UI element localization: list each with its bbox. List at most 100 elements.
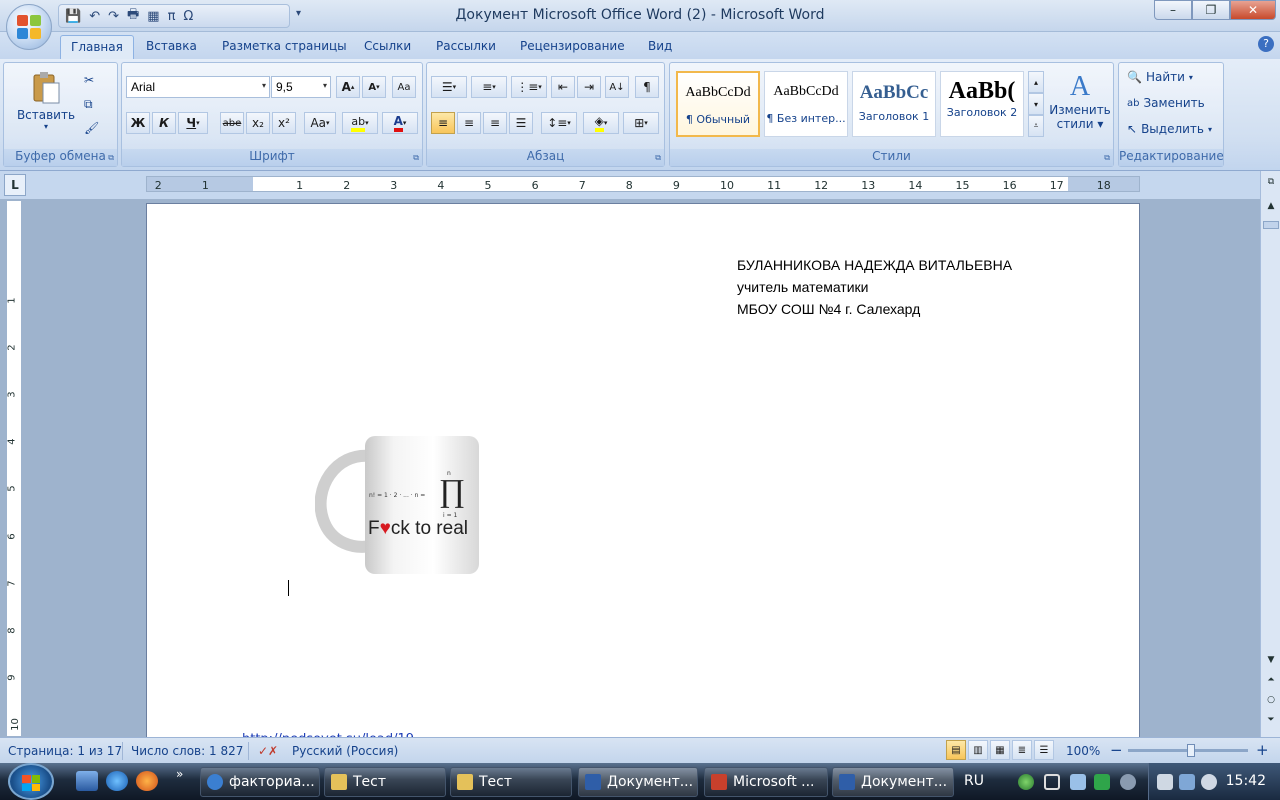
font-name-combo[interactable]: Arial ▾: [126, 76, 270, 98]
font-color-button[interactable]: A ▾: [382, 112, 418, 134]
tab-review[interactable]: Рецензирование: [510, 35, 635, 59]
help-icon[interactable]: ?: [1258, 36, 1274, 52]
decrease-indent-button[interactable]: ⇤: [551, 76, 575, 98]
tab-selector[interactable]: L: [4, 174, 26, 196]
highlight-button[interactable]: ab ▾: [342, 112, 378, 134]
network-globe-icon[interactable]: [1018, 774, 1034, 790]
zoom-slider-thumb[interactable]: [1187, 744, 1195, 757]
office-button[interactable]: [6, 4, 52, 50]
styles-scroll-down-icon[interactable]: ▾: [1028, 93, 1044, 115]
dialog-launcher-icon[interactable]: ⧉: [413, 153, 419, 163]
internet-explorer-icon[interactable]: [106, 771, 128, 791]
mug-image[interactable]: n! = 1 · 2 · ... · n = n ∏ i = 1 F♥ck to…: [314, 434, 479, 574]
tab-page-layout[interactable]: Разметка страницы: [212, 35, 357, 59]
language-indicator[interactable]: RU: [964, 773, 984, 789]
browse-object-icon[interactable]: ○: [1263, 695, 1279, 711]
zoom-in-icon[interactable]: +: [1256, 741, 1269, 759]
line-spacing-button[interactable]: ↕≡ ▾: [541, 112, 577, 134]
show-desktop-icon[interactable]: [76, 771, 98, 791]
firefox-icon[interactable]: [136, 771, 158, 791]
replace-button[interactable]: ab Заменить: [1127, 92, 1205, 114]
previous-page-icon[interactable]: ⏶: [1263, 675, 1279, 691]
battery-icon[interactable]: [1157, 774, 1173, 790]
taskbar-item-powerpoint[interactable]: Microsoft ...: [704, 767, 828, 797]
show-marks-button[interactable]: ¶: [635, 76, 659, 98]
cloud-icon[interactable]: [1070, 774, 1086, 790]
bullets-button[interactable]: ☰ ▾: [431, 76, 467, 98]
horizontal-ruler[interactable]: 2 1 1 2 3 4 5 6 7 8 9 10 11 12 13 14 15 16 17 18: [146, 176, 1140, 192]
vertical-ruler[interactable]: 1 2 3 4 5 6 7 8 9 10: [6, 200, 22, 737]
strikethrough-button[interactable]: abe: [220, 112, 244, 134]
tab-home[interactable]: Главная: [60, 35, 134, 59]
align-right-button[interactable]: ≡: [483, 112, 507, 134]
style-no-spacing[interactable]: AaBbCcDd ¶ Без интер...: [764, 71, 848, 137]
style-heading-1[interactable]: AaBbCc Заголовок 1: [852, 71, 936, 137]
vertical-scrollbar[interactable]: ⧉ ▲ ▼ ⏶ ○ ⏷: [1260, 171, 1280, 737]
spelling-icon[interactable]: ✓✗: [258, 744, 278, 758]
scroll-down-icon[interactable]: ▼: [1263, 655, 1279, 671]
quick-launch-more-icon[interactable]: »: [176, 767, 183, 781]
clear-format-button[interactable]: Aa: [392, 76, 416, 98]
language-status[interactable]: Русский (Россия): [292, 744, 398, 758]
numbering-button[interactable]: ≡ ▾: [471, 76, 507, 98]
full-screen-reading-icon[interactable]: ▥: [968, 740, 988, 760]
grow-font-button[interactable]: A ▴: [336, 76, 360, 98]
font-size-combo[interactable]: 9,5 ▾: [271, 76, 331, 98]
document-page[interactable]: БУЛАННИКОВА НАДЕЖДА ВИТАЛЬЕВНА учитель м…: [146, 203, 1140, 743]
minimize-button[interactable]: –: [1154, 0, 1192, 20]
next-page-icon[interactable]: ⏷: [1263, 715, 1279, 731]
draft-icon[interactable]: ☰: [1034, 740, 1054, 760]
scroll-up-icon[interactable]: ▲: [1263, 201, 1279, 217]
justify-button[interactable]: ☰: [509, 112, 533, 134]
taskbar-item-factorial[interactable]: факториа...: [200, 767, 320, 797]
dialog-launcher-icon[interactable]: ⧉: [108, 153, 114, 163]
tab-mailings[interactable]: Рассылки: [426, 35, 506, 59]
volume-icon[interactable]: [1201, 774, 1217, 790]
paste-button[interactable]: Вставить ▾: [14, 69, 78, 131]
superscript-button[interactable]: x²: [272, 112, 296, 134]
align-center-button[interactable]: ≡: [457, 112, 481, 134]
ruler-toggle-icon[interactable]: ⧉: [1263, 177, 1279, 193]
italic-button[interactable]: К: [152, 112, 176, 134]
shading-button[interactable]: ◈ ▾: [583, 112, 619, 134]
cut-icon[interactable]: ✂: [84, 69, 94, 91]
tab-insert[interactable]: Вставка: [136, 35, 207, 59]
taskbar-item-test-1[interactable]: Тест: [324, 767, 446, 797]
styles-scroll-up-icon[interactable]: ▴: [1028, 71, 1044, 93]
zoom-out-icon[interactable]: −: [1110, 741, 1123, 759]
tab-references[interactable]: Ссылки: [354, 35, 421, 59]
page-count[interactable]: Страница: 1 из 17: [8, 744, 122, 758]
sort-button[interactable]: A↓: [605, 76, 629, 98]
scroll-thumb[interactable]: [1263, 221, 1279, 229]
change-styles-button[interactable]: A Изменить стили ▾: [1048, 71, 1112, 131]
tab-view[interactable]: Вид: [638, 35, 682, 59]
style-normal[interactable]: AaBbCcDd ¶ Обычный: [676, 71, 760, 137]
network-icon[interactable]: [1179, 774, 1195, 790]
close-button[interactable]: ✕: [1230, 0, 1276, 20]
format-painter-icon[interactable]: 🖌: [84, 117, 99, 139]
taskbar-item-test-2[interactable]: Тест: [450, 767, 572, 797]
multilevel-list-button[interactable]: ⋮≡ ▾: [511, 76, 547, 98]
dialog-launcher-icon[interactable]: ⧉: [1104, 153, 1110, 163]
borders-button[interactable]: ⊞ ▾: [623, 112, 659, 134]
print-layout-icon[interactable]: ▤: [946, 740, 966, 760]
dialog-launcher-icon[interactable]: ⧉: [655, 153, 661, 163]
outline-icon[interactable]: ≣: [1012, 740, 1032, 760]
windows-switch-icon[interactable]: [1044, 774, 1060, 790]
subscript-button[interactable]: x₂: [246, 112, 270, 134]
taskbar-item-document-1[interactable]: Документ...: [578, 767, 698, 797]
change-case-button[interactable]: Aa ▾: [304, 112, 336, 134]
bold-button[interactable]: Ж: [126, 112, 150, 134]
zoom-level[interactable]: 100%: [1066, 744, 1100, 758]
shrink-font-button[interactable]: A ▾: [362, 76, 386, 98]
increase-indent-button[interactable]: ⇥: [577, 76, 601, 98]
clock[interactable]: 15:42: [1226, 773, 1266, 789]
align-left-button[interactable]: ≡: [431, 112, 455, 134]
start-button[interactable]: [8, 763, 54, 800]
device-icon[interactable]: [1120, 774, 1136, 790]
maximize-button[interactable]: ❐: [1192, 0, 1230, 20]
underline-button[interactable]: Ч ▾: [178, 112, 208, 134]
security-check-icon[interactable]: [1094, 774, 1110, 790]
copy-icon[interactable]: ⧉: [84, 93, 93, 115]
word-count[interactable]: Число слов: 1 827: [131, 744, 243, 758]
